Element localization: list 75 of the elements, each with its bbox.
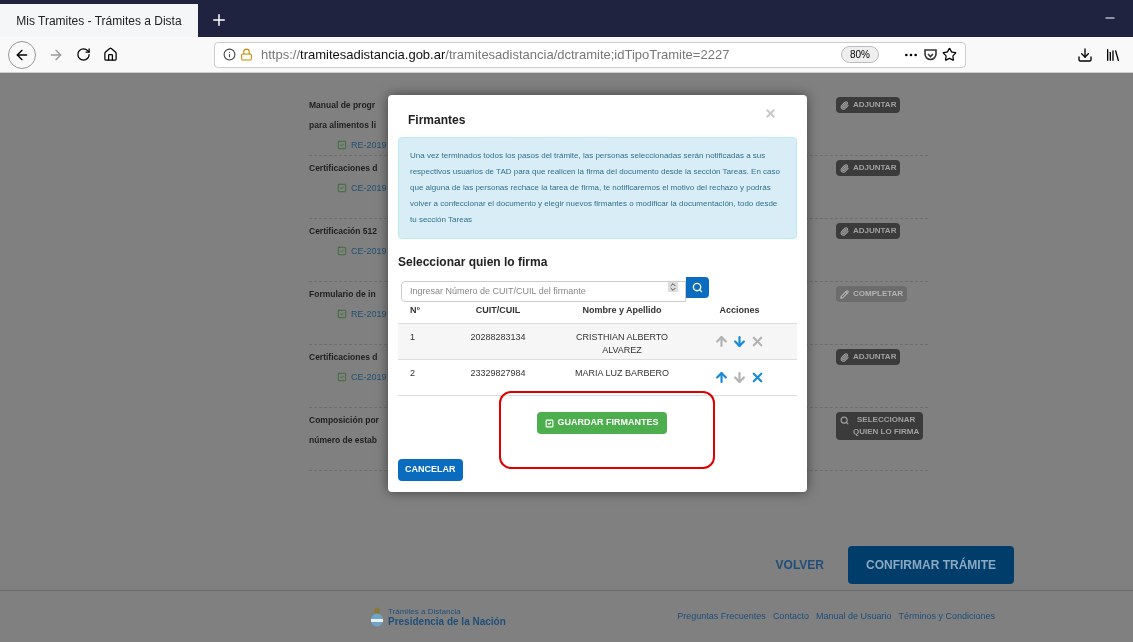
search-icon	[840, 416, 849, 425]
check-icon	[337, 372, 347, 382]
spinner-icon[interactable]	[668, 282, 678, 292]
library-icon[interactable]	[1105, 46, 1121, 63]
document-reference[interactable]: CE-2019	[351, 178, 387, 198]
document-reference[interactable]: CE-2019	[351, 241, 387, 261]
info-alert: Una vez terminados todos los pasos del trámite, las personas seleccionadas serán notificadas a sus respectivos usuarios de TAD para que realicen la firma del documento desde la sección Tareas. En caso que alguna de las personas rechace la tarea de firma, te notificaremos el motivo del rechazo y podrás volver a confeccionar el documento y elegir nuevos firmantes o modificar la documentación, todo desde tu sección Tareas	[398, 137, 797, 239]
confirm-button[interactable]: CONFIRMAR TRÁMITE	[848, 546, 1014, 584]
lock-icon	[240, 48, 253, 61]
paperclip-icon	[840, 227, 849, 236]
home-icon[interactable]	[103, 47, 118, 62]
table-cell-text: 23329827984	[469, 367, 527, 380]
url-text: https://tramitesadistancia.gob.ar/tramitesadistancia/dctramite;idTipoTramite=2227	[261, 45, 730, 64]
adjuntar-button[interactable]: ADJUNTAR	[836, 349, 901, 365]
check-icon	[337, 140, 347, 150]
document-title: Certificaciones d	[309, 351, 379, 364]
document-title: número de estab	[309, 434, 379, 447]
cuit-search-field[interactable]: Ingresar Número de CUIT/CUIL del firmante	[401, 280, 686, 302]
paperclip-icon	[840, 164, 849, 173]
column-header: Acciones	[718, 303, 761, 317]
footer-link[interactable]: Preguntas Frecuentes	[677, 609, 766, 624]
document-title: para alimentos li	[309, 119, 378, 132]
reload-icon[interactable]	[76, 47, 91, 62]
document-title: Formulario de in	[309, 288, 377, 301]
download-icon[interactable]	[1077, 46, 1093, 63]
adjuntar-button[interactable]: ADJUNTAR	[836, 223, 901, 239]
new-tab-icon[interactable]	[210, 11, 228, 29]
modal-title: Firmantes	[408, 112, 466, 129]
footer-link[interactable]: Términos y Condiciones	[898, 609, 995, 624]
browser-tab[interactable]: Mis Tramites - Trámites a Dista	[0, 4, 198, 37]
footer-link[interactable]: Contacto	[772, 609, 809, 624]
paperclip-icon	[840, 353, 849, 362]
document-title: Composición por	[309, 414, 379, 427]
column-header: N°	[409, 303, 422, 317]
tab-title: Mis Tramites - Trámites a Dista	[16, 12, 182, 30]
remove-icon[interactable]	[750, 370, 765, 385]
address-bar[interactable]: https://tramitesadistancia.gob.ar/tramitesadistancia/dctramite;idTipoTramite=2227 80%	[214, 41, 966, 68]
check-icon	[337, 183, 347, 193]
check-icon	[337, 309, 347, 319]
info-icon	[223, 48, 236, 61]
table-cell-text: 1	[409, 331, 416, 344]
column-header: CUIT/CUIL	[474, 303, 522, 317]
section-title: Seleccionar quien lo firma	[398, 254, 549, 271]
brand-title: Presidencia de la Nación	[388, 616, 506, 627]
table-cell-text: MARIA LUZ BARBERO	[574, 367, 670, 380]
emblem-icon	[370, 605, 384, 628]
back-link[interactable]: VOLVER	[775, 556, 824, 574]
paperclip-icon	[840, 101, 849, 110]
table-cell-text: CRISTHIAN ALBERTO ALVAREZ	[574, 331, 670, 357]
adjuntar-button[interactable]: ADJUNTAR	[836, 160, 901, 176]
pencil-icon	[840, 290, 849, 299]
search-icon	[692, 282, 703, 293]
brand-subtitle: Trámites a Distancia	[388, 606, 462, 617]
move-down-icon[interactable]	[732, 334, 747, 349]
move-up-icon[interactable]	[714, 370, 729, 385]
document-reference[interactable]: CE-2019	[351, 367, 387, 387]
adjuntar-button[interactable]: ADJUNTAR	[836, 97, 901, 113]
column-header: Nombre y Apellido	[581, 303, 663, 317]
search-button[interactable]	[686, 277, 709, 298]
check-icon	[337, 246, 347, 256]
seleccionar-button[interactable]: SELECCIONAR QUIEN LO FIRMA	[836, 412, 924, 440]
zoom-level[interactable]: 80%	[841, 46, 879, 63]
document-title: Manual de progr	[309, 99, 377, 112]
table-cell-text: 2	[409, 367, 416, 380]
cancel-button[interactable]: CANCELAR	[398, 458, 463, 481]
document-title: Certificación 512	[309, 225, 379, 238]
check-icon	[544, 418, 554, 428]
table-cell-text: 20288283134	[469, 331, 527, 344]
bookmark-star-icon[interactable]	[942, 47, 957, 62]
document-reference[interactable]: RE-2019	[351, 304, 387, 324]
pocket-icon[interactable]	[923, 47, 938, 62]
save-signers-button[interactable]: GUARDAR FIRMANTES	[536, 412, 667, 434]
document-title: Certificaciones d	[309, 162, 379, 175]
document-reference[interactable]: RE-2019	[351, 135, 387, 155]
footer-link[interactable]: Manual de Usuario	[815, 609, 892, 624]
